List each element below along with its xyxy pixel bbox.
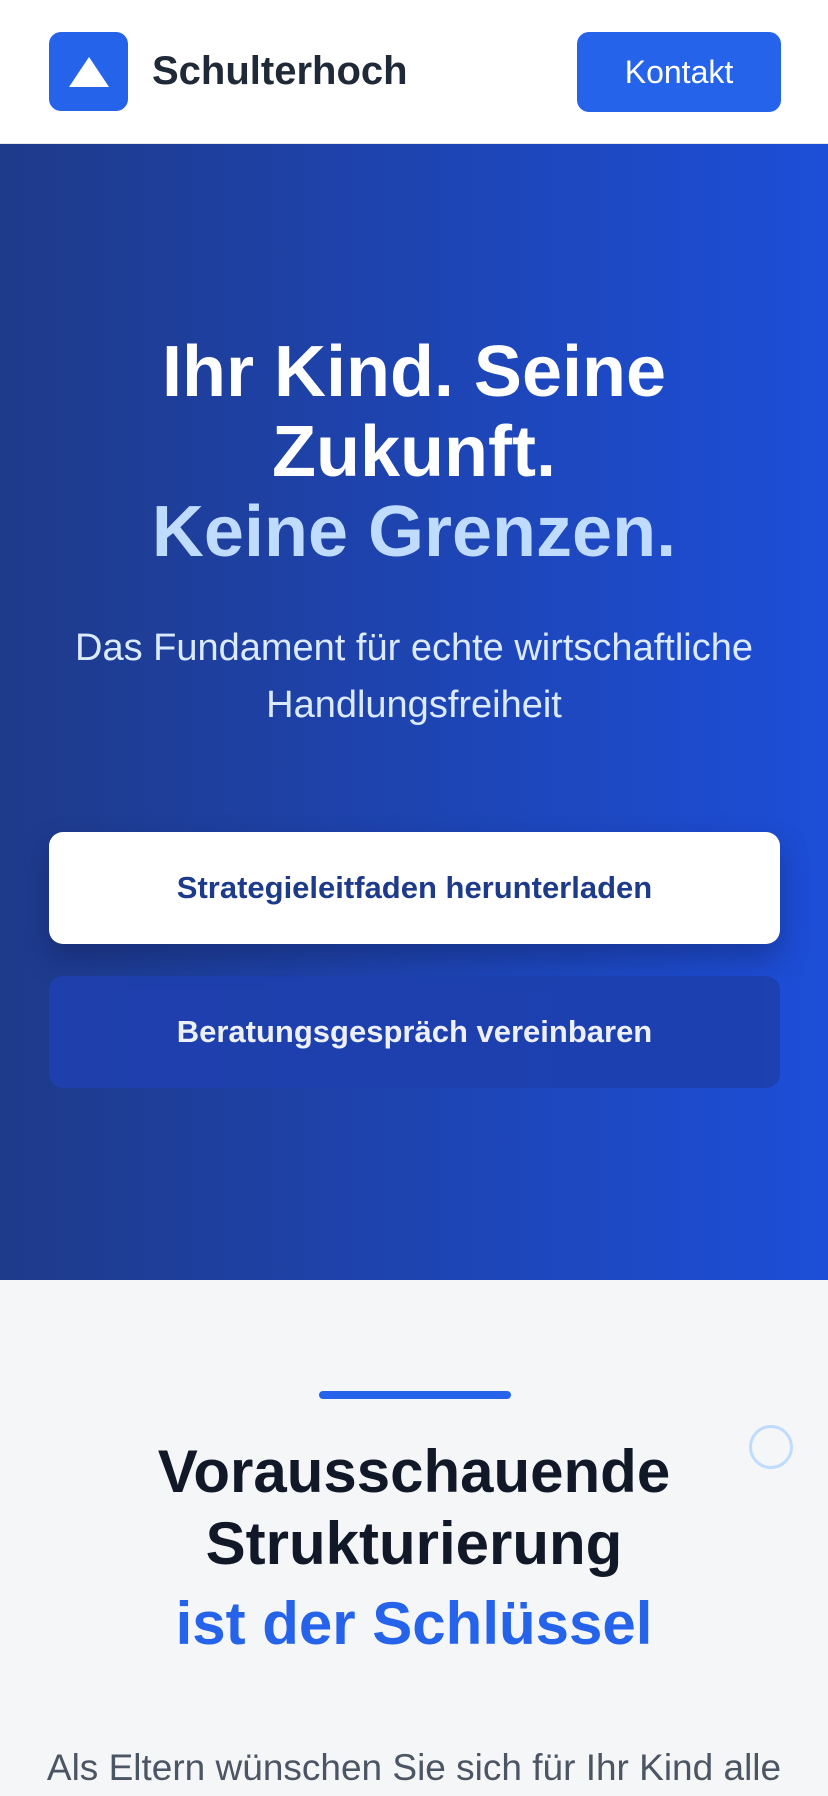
hero-title-line-2: Zukunft. <box>272 412 556 492</box>
hero-title-accent: Keine Grenzen. <box>151 492 677 572</box>
contact-button[interactable]: Kontakt <box>577 32 781 112</box>
site-header: Schulterhoch Kontakt <box>0 0 828 144</box>
book-consultation-button[interactable]: Beratungsgespräch vereinbaren <box>49 976 780 1088</box>
section-body-text: Als Eltern wünschen Sie sich für Ihr Kin… <box>46 1747 782 1788</box>
triangle-up-icon <box>68 56 109 87</box>
download-guide-button[interactable]: Strategieleitfaden herunterladen <box>49 832 780 944</box>
section-title-line-1: Vorausschauende <box>157 1438 671 1505</box>
hero-title-line-1: Ihr Kind. Seine <box>161 332 667 412</box>
hero-section: Ihr Kind. Seine Zukunft. Keine Grenzen. … <box>0 144 828 1280</box>
structuring-section: Vorausschauende Strukturierung ist der S… <box>0 1280 828 1792</box>
section-title: Vorausschauende Strukturierung <box>40 1436 788 1580</box>
logo[interactable] <box>49 32 128 111</box>
brand-name[interactable]: Schulterhoch <box>152 46 408 96</box>
hero-title: Ihr Kind. Seine Zukunft. Keine Grenzen. <box>40 332 788 572</box>
hero-subtitle: Das Fundament für echte wirtschaftliche … <box>75 627 753 726</box>
section-title-line-2: Strukturierung <box>205 1510 623 1577</box>
section-divider-bar <box>319 1391 511 1399</box>
section-title-accent: ist der Schlüssel <box>175 1590 653 1657</box>
